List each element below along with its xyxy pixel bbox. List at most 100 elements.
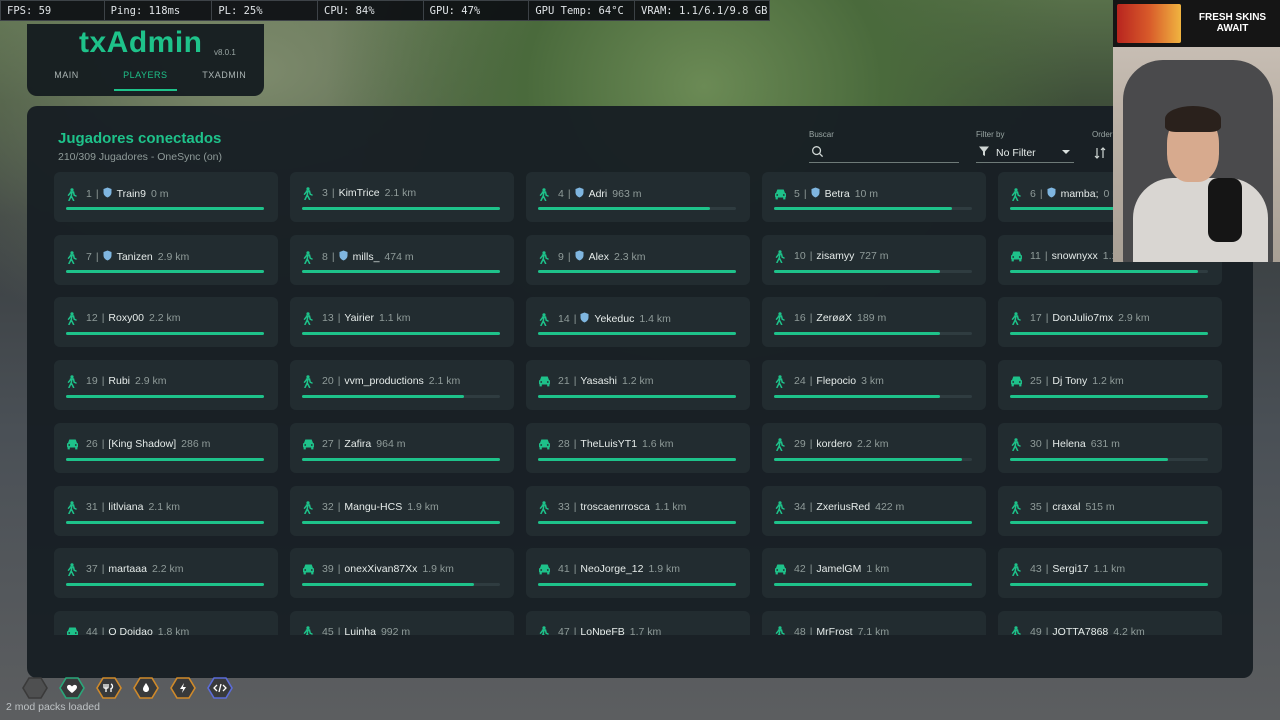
player-card[interactable]: 20 | vvm_productions 2.1 km (290, 360, 514, 411)
player-card[interactable]: 8 | mills_ 474 m (290, 234, 514, 285)
player-card[interactable]: 45 | Luinha 992 m (290, 610, 514, 635)
player-card[interactable]: 34 | ZxeriusRed 422 m (762, 485, 986, 536)
player-name: JOTTA7868 (1052, 625, 1109, 635)
player-info: 21 | Yasashi 1.2 km (538, 375, 654, 387)
player-card[interactable]: 29 | kordero 2.2 km (762, 422, 986, 473)
health-bar-fill (302, 207, 500, 210)
health-bar-fill (302, 520, 500, 524)
player-card[interactable]: 13 | Yairier 1.1 km (290, 297, 514, 348)
chevron-down-icon (1062, 150, 1070, 154)
player-card[interactable]: 21 | Yasashi 1.2 km (526, 360, 750, 411)
walking-icon (538, 250, 550, 264)
player-distance: 1.1 km (1093, 563, 1126, 576)
player-card[interactable]: 35 | craxal 515 m (998, 485, 1222, 536)
player-card[interactable]: 37 | martaaa 2.2 km (54, 548, 278, 599)
player-name: mills_ (352, 250, 380, 263)
player-card[interactable]: 9 | Alex 2.3 km (526, 234, 750, 285)
health-bar (302, 583, 500, 587)
separator: | (101, 500, 105, 513)
player-info: 7 | Tanizen 2.9 km (66, 250, 189, 264)
player-card[interactable]: 32 | Mangu-HCS 1.9 km (290, 485, 514, 536)
player-card[interactable]: 19 | Rubi 2.9 km (54, 360, 278, 411)
order-label: Order (1092, 130, 1113, 139)
player-card[interactable]: 48 | MrFrost 7.1 km (762, 610, 986, 635)
player-card[interactable]: 44 | O Doidao 1.8 km (54, 610, 278, 635)
player-card[interactable]: 39 | onexXivan87Xx 1.9 km (290, 548, 514, 599)
player-card[interactable]: 14 | Yekeduc 1.4 km (526, 297, 750, 348)
player-info: 41 | NeoJorge_12 1.9 km (538, 563, 680, 575)
player-info: 6|mamba;0 m (1010, 187, 1121, 202)
player-info: 19 | Rubi 2.9 km (66, 375, 167, 389)
walking-icon (538, 500, 550, 514)
walking-icon (66, 563, 78, 577)
player-info: 3 | KimTrice 2.1 km (302, 187, 416, 201)
player-id: 13 (322, 312, 334, 325)
perf-pl: PL: 25% (212, 1, 318, 20)
perf-cpu: CPU: 84% (318, 1, 424, 20)
player-card[interactable]: 4 | Adri 963 m (526, 172, 750, 222)
filter-icon (978, 145, 990, 160)
health-bar-fill (538, 520, 736, 524)
player-card[interactable]: 43 | Sergi17 1.1 km (998, 548, 1222, 599)
player-card[interactable]: 27 | Zafira 964 m (290, 422, 514, 473)
player-card[interactable]: 5 | Betra 10 m (762, 172, 986, 222)
player-card[interactable]: 10 | zisamyy 727 m (762, 234, 986, 285)
walking-icon (1010, 188, 1022, 202)
player-info: 48 | MrFrost 7.1 km (774, 626, 889, 635)
perf-temp: GPU Temp: 64°C (529, 1, 636, 20)
player-card[interactable]: 41 | NeoJorge_12 1.9 km (526, 548, 750, 599)
player-info: 29 | kordero 2.2 km (774, 438, 889, 452)
shield-icon (103, 187, 112, 201)
health-bar-fill (66, 395, 264, 399)
player-card[interactable]: 33 | troscaenrrosca 1.1 km (526, 485, 750, 536)
separator: | (573, 375, 577, 388)
water-icon (133, 677, 159, 699)
player-card[interactable]: 12 | Roxy00 2.2 km (54, 297, 278, 348)
health-bar-fill (1010, 520, 1208, 524)
player-card[interactable]: 31 | litlviana 2.1 km (54, 485, 278, 536)
health-bar (774, 520, 972, 524)
player-distance: 631 m (1090, 437, 1120, 450)
player-card[interactable]: 26 | [King Shadow] 286 m (54, 422, 278, 473)
player-card[interactable]: 25 | Dj Tony 1.2 km (998, 360, 1222, 411)
tab-txadmin[interactable]: TXADMIN (185, 68, 264, 91)
tab-players[interactable]: PLAYERS (113, 68, 177, 91)
player-card[interactable]: 7 | Tanizen 2.9 km (54, 234, 278, 285)
player-distance: 10 m (854, 188, 879, 200)
car-icon (1010, 250, 1022, 262)
filter-select[interactable]: No Filter (976, 143, 1074, 163)
player-card[interactable]: 24 | Flepocio 3 km (762, 360, 986, 411)
player-id: 33 (558, 500, 570, 513)
player-card[interactable]: 3 | KimTrice 2.1 km (290, 172, 514, 222)
players-panel: Jugadores conectados 210/309 Jugadores -… (27, 106, 1253, 678)
player-info: 26 | [King Shadow] 286 m (66, 438, 210, 450)
player-card[interactable]: 28 | TheLuisYT1 1.6 km (526, 422, 750, 473)
health-bar-fill (302, 332, 500, 336)
modpacks-status: 2 mod packs loaded (6, 701, 100, 713)
separator: | (331, 250, 335, 263)
player-name: zisamyy (816, 249, 855, 262)
player-info: 37 | martaaa 2.2 km (66, 563, 183, 577)
walking-icon (538, 626, 550, 635)
player-card[interactable]: 49 | JOTTA7868 4.2 km (998, 610, 1222, 635)
health-bar (302, 269, 500, 273)
player-card[interactable]: 42 | JamelGM 1 km (762, 548, 986, 599)
health-bar-fill (66, 457, 264, 461)
car-icon (538, 563, 550, 575)
player-id: 4 (558, 188, 564, 200)
search-field[interactable] (809, 143, 959, 163)
player-card[interactable]: 1 | Train9 0 m (54, 172, 278, 222)
player-card[interactable]: 47 | LoNpeFB 1.7 km (526, 610, 750, 635)
player-name: Alex (588, 250, 610, 263)
health-bar (1010, 395, 1208, 399)
player-card[interactable]: 30 | Helena 631 m (998, 422, 1222, 473)
player-card[interactable]: 17 | DonJulio7mx 2.9 km (998, 297, 1222, 348)
walking-icon (302, 312, 314, 326)
perf-vram: VRAM: 1.1/6.1/9.8 GB (641, 5, 768, 17)
sort-icon[interactable] (1094, 146, 1106, 164)
health-bar (302, 520, 500, 524)
separator: | (809, 312, 813, 325)
player-card[interactable]: 16 | ZerøøX 189 m (762, 297, 986, 348)
player-info: 12 | Roxy00 2.2 km (66, 312, 181, 326)
tab-main[interactable]: MAIN (27, 68, 106, 91)
